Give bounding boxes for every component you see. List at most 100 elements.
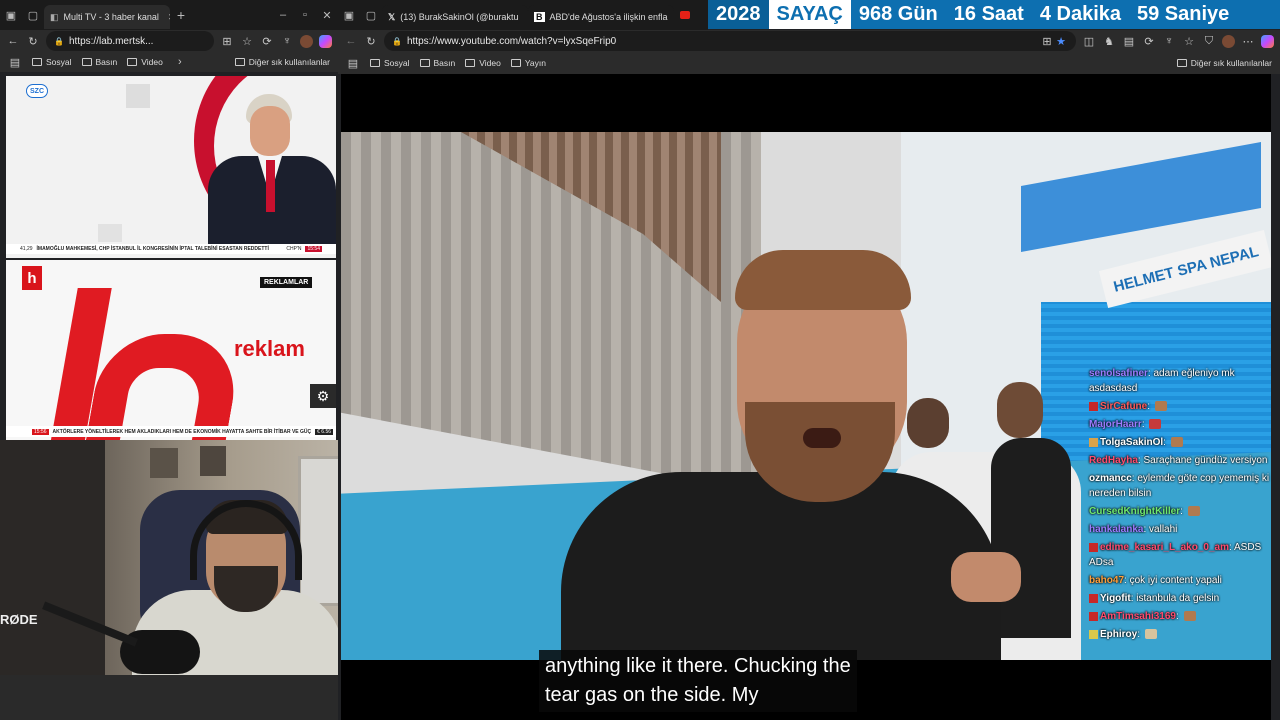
chat-user: SirCafune bbox=[1100, 401, 1148, 412]
reload-icon[interactable]: ↻ bbox=[26, 35, 40, 48]
tv2-ticker-time: 15:56 bbox=[32, 428, 49, 435]
tab-multi-tv[interactable]: ◧ Multi TV - 3 haber kanal ✕ bbox=[44, 5, 170, 29]
bookmark-folder[interactable]: Sosyal bbox=[370, 58, 410, 68]
countdown-hours: 16 Saat bbox=[953, 3, 1024, 25]
extension-2-icon[interactable]: ♞ bbox=[1102, 35, 1116, 48]
vlogger-body bbox=[561, 472, 1001, 660]
presenter-figure bbox=[200, 94, 336, 246]
bookmark-sidebar-icon[interactable]: ▤ bbox=[346, 57, 360, 70]
presenter-tie bbox=[266, 160, 275, 212]
chat-message: TolgaSakinOl: bbox=[1089, 435, 1271, 450]
lock-icon: 🔒 bbox=[392, 36, 402, 46]
bookmark-folder[interactable]: Sosyal bbox=[32, 57, 72, 67]
more-icon[interactable]: ⋯ bbox=[1241, 35, 1255, 48]
chat-message: RedHayha: Saraçhane gündüz versiyon bbox=[1089, 455, 1268, 466]
reader-icon[interactable]: ⊞ bbox=[1040, 35, 1054, 48]
emote-icon bbox=[1154, 401, 1167, 412]
bookmark-folder[interactable]: Basın bbox=[81, 57, 117, 67]
settings-gear-icon[interactable]: ⚙ bbox=[310, 384, 336, 408]
folder-icon bbox=[81, 58, 92, 66]
copilot-icon[interactable] bbox=[1261, 34, 1274, 48]
chat-user: baho47 bbox=[1089, 575, 1125, 586]
youtube-video-player[interactable]: HELMET SPA NEPAL anything like it there.… bbox=[341, 74, 1271, 720]
folder-icon bbox=[419, 59, 430, 67]
right-tab-bar: ▣ ▢ 𝕏 (13) BurakSakinOl (@buraktu ✕ B AB… bbox=[338, 0, 708, 30]
bookmark-folder[interactable]: Basın bbox=[419, 58, 455, 68]
tv1-ticker-channel: CHP'N bbox=[286, 246, 302, 252]
url-field[interactable]: 🔒 https://www.youtube.com/watch?v=lyxSqe… bbox=[384, 31, 1076, 51]
tv-channel-2[interactable]: h REKLAMLAR reklam ⚙ 15:56 AKTÖRLERE YÖN… bbox=[6, 260, 336, 440]
extension-4-icon[interactable]: ⟳ bbox=[1142, 35, 1156, 48]
folder-icon bbox=[127, 58, 138, 66]
countdown-banner: 2028 SAYAÇ 968 Gün 16 Saat 4 Dakika 59 S… bbox=[708, 0, 1280, 29]
bookmark-folder[interactable]: Yayın bbox=[510, 58, 546, 68]
chat-text: istanbula da gelsin bbox=[1136, 593, 1220, 604]
countdown-minutes: 4 Dakika bbox=[1039, 3, 1121, 25]
tab-news[interactable]: B ABD'de Ağustos'a ilişkin enfla ✕ bbox=[528, 5, 674, 29]
tab-actions-icon[interactable]: ▢ bbox=[22, 9, 44, 22]
tab-twitter[interactable]: 𝕏 (13) BurakSakinOl (@buraktu ✕ bbox=[382, 5, 528, 29]
tab-favicon-icon: ◧ bbox=[50, 11, 59, 22]
extension-3-icon[interactable]: ▤ bbox=[1122, 35, 1136, 48]
chat-user: Ephiroy bbox=[1100, 629, 1138, 640]
other-bookmarks-folder[interactable]: Diğer sık kullanılanlar bbox=[1176, 58, 1272, 68]
presenter-face bbox=[250, 106, 290, 156]
profile-avatar[interactable] bbox=[1222, 34, 1235, 48]
favorite-star-icon[interactable]: ☆ bbox=[240, 35, 254, 48]
extension-icon[interactable]: ⟳ bbox=[260, 35, 274, 48]
reload-icon[interactable]: ↻ bbox=[364, 35, 378, 48]
back-icon[interactable]: ← bbox=[344, 35, 358, 47]
favorites-icon[interactable]: ☆ bbox=[1182, 35, 1196, 48]
x-logo-icon: 𝕏 bbox=[388, 11, 396, 22]
bookmark-folder[interactable]: Video bbox=[465, 58, 501, 68]
workspaces-icon[interactable]: ▣ bbox=[0, 9, 22, 22]
chevron-right-icon[interactable]: › bbox=[173, 56, 187, 68]
youtube-tab-icon[interactable] bbox=[680, 11, 690, 19]
tab-title: ABD'de Ağustos'a ilişkin enfla bbox=[549, 12, 668, 22]
b-logo-icon: B bbox=[534, 12, 545, 22]
folder-icon bbox=[510, 59, 521, 67]
lock-icon: 🔒 bbox=[54, 36, 64, 46]
chat-user: ozmancc bbox=[1089, 473, 1132, 484]
subtitle-line-2: tear gas on the side. My bbox=[545, 684, 759, 706]
minimize-icon[interactable]: – bbox=[272, 9, 294, 21]
other-bookmarks-folder[interactable]: Diğer sık kullanılanlar bbox=[234, 57, 330, 67]
extension-5-icon[interactable]: ♆ bbox=[1162, 35, 1176, 47]
chat-message: MajorHaarr: bbox=[1089, 417, 1271, 432]
maximize-icon[interactable]: ▫ bbox=[294, 9, 316, 21]
bookmark-sidebar-icon[interactable]: ▤ bbox=[8, 56, 22, 69]
reader-icon[interactable]: ⊞ bbox=[220, 35, 234, 48]
shield-icon[interactable]: ⛉ bbox=[1202, 35, 1216, 48]
sub-badge-icon bbox=[1089, 611, 1098, 621]
favorite-star-icon[interactable]: ★ bbox=[1054, 35, 1068, 48]
chat-message: edime_kasari_L_ako_0_am: ASDS ADsa bbox=[1089, 542, 1262, 568]
workspaces-icon[interactable]: ▣ bbox=[338, 9, 360, 22]
url-field[interactable]: 🔒 https://lab.mertsk... bbox=[46, 31, 214, 51]
tv1-ticker: 41,29 İMAMOĞLU MAHKEMESİ, CHP İSTANBUL İ… bbox=[6, 244, 336, 254]
chat-message: SirCafune: bbox=[1089, 399, 1271, 414]
stream-chat-overlay: senolsafiner: adam eğleniyo mk asdasdasd… bbox=[1089, 366, 1271, 645]
bookmark-folder[interactable]: Video bbox=[127, 57, 163, 67]
profile-avatar[interactable] bbox=[300, 34, 313, 48]
emote-icon bbox=[1149, 419, 1162, 430]
countdown-seconds: 59 Saniye bbox=[1137, 3, 1230, 25]
folder-icon bbox=[1176, 59, 1187, 67]
folder-icon bbox=[370, 59, 380, 67]
sub-badge-icon bbox=[1089, 593, 1098, 603]
reklam-text: reklam bbox=[234, 336, 305, 361]
chat-user: hankalanka bbox=[1089, 524, 1144, 535]
vlogger-hair bbox=[735, 250, 911, 310]
back-icon[interactable]: ← bbox=[6, 35, 20, 47]
copilot-icon[interactable] bbox=[319, 34, 332, 48]
chat-message: Yigofit: istanbula da gelsin bbox=[1089, 591, 1271, 606]
new-tab-icon[interactable]: + bbox=[170, 7, 192, 23]
video-subtitles: anything like it there. Chucking the tea… bbox=[539, 650, 857, 712]
tv2-ticker: 15:56 AKTÖRLERE YÖNELTİLEREK HEM AKLADIK… bbox=[6, 426, 336, 437]
chat-user: edime_kasari_L_ako_0_am bbox=[1100, 542, 1229, 553]
close-window-icon[interactable]: ✕ bbox=[316, 9, 338, 22]
extension-2-icon[interactable]: ♆ bbox=[280, 35, 294, 47]
tv-channel-1[interactable]: SZC 41,29 İMAMOĞLU MAHKEMESİ, CHP İSTANB… bbox=[6, 76, 336, 258]
chat-user: MajorHaarr bbox=[1089, 419, 1142, 430]
tab-actions-icon[interactable]: ▢ bbox=[360, 9, 382, 22]
extension-1-icon[interactable]: ◫ bbox=[1082, 35, 1096, 48]
